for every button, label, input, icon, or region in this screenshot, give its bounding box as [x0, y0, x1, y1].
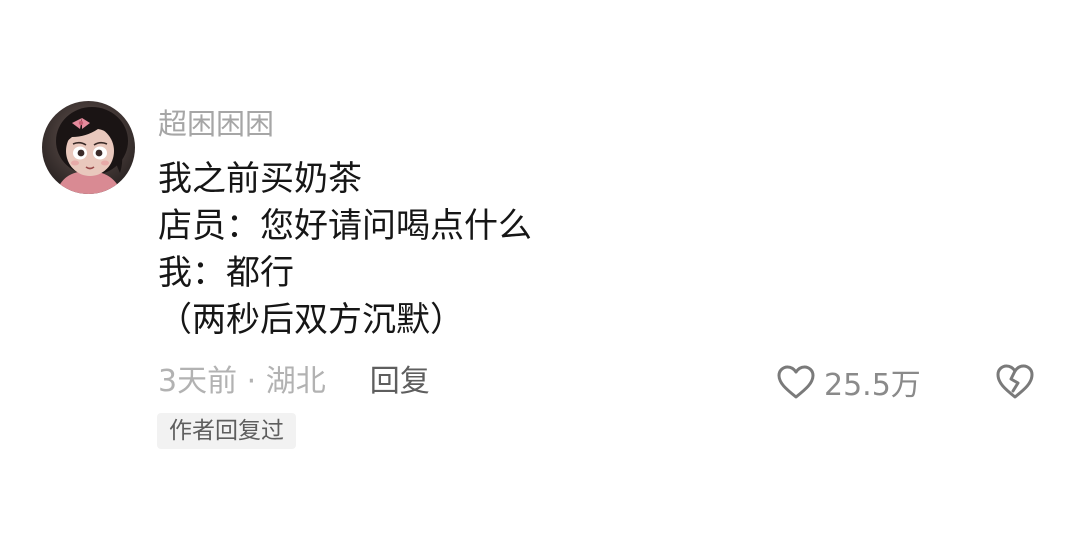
- comment-line: 我：都行: [158, 253, 294, 293]
- comment-line: 我之前买奶茶: [158, 159, 362, 199]
- user-avatar[interactable]: [42, 101, 135, 194]
- comment-line: 店员：您好请问喝点什么: [158, 206, 532, 246]
- comment-meta: 3天前 · 湖北 回复: [158, 362, 430, 402]
- cartoon-girl-avatar-icon: [42, 101, 135, 194]
- author-replied-badge: 作者回复过: [157, 413, 296, 449]
- broken-heart-icon[interactable]: [994, 362, 1036, 400]
- heart-outline-icon: [777, 365, 815, 399]
- time-location: 3天前 · 湖北: [158, 364, 326, 399]
- like-button[interactable]: 25.5万: [776, 360, 921, 404]
- like-count: 25.5万: [824, 368, 921, 403]
- username[interactable]: 超困困困: [158, 106, 274, 142]
- comment-item: 超困困困 我之前买奶茶 店员：您好请问喝点什么 我：都行 （两秒后双方沉默） 3…: [0, 0, 1080, 540]
- comment-text: 我之前买奶茶 店员：您好请问喝点什么 我：都行 （两秒后双方沉默）: [158, 156, 532, 344]
- reply-button[interactable]: 回复: [370, 364, 430, 399]
- comment-line: （两秒后双方沉默）: [158, 300, 464, 340]
